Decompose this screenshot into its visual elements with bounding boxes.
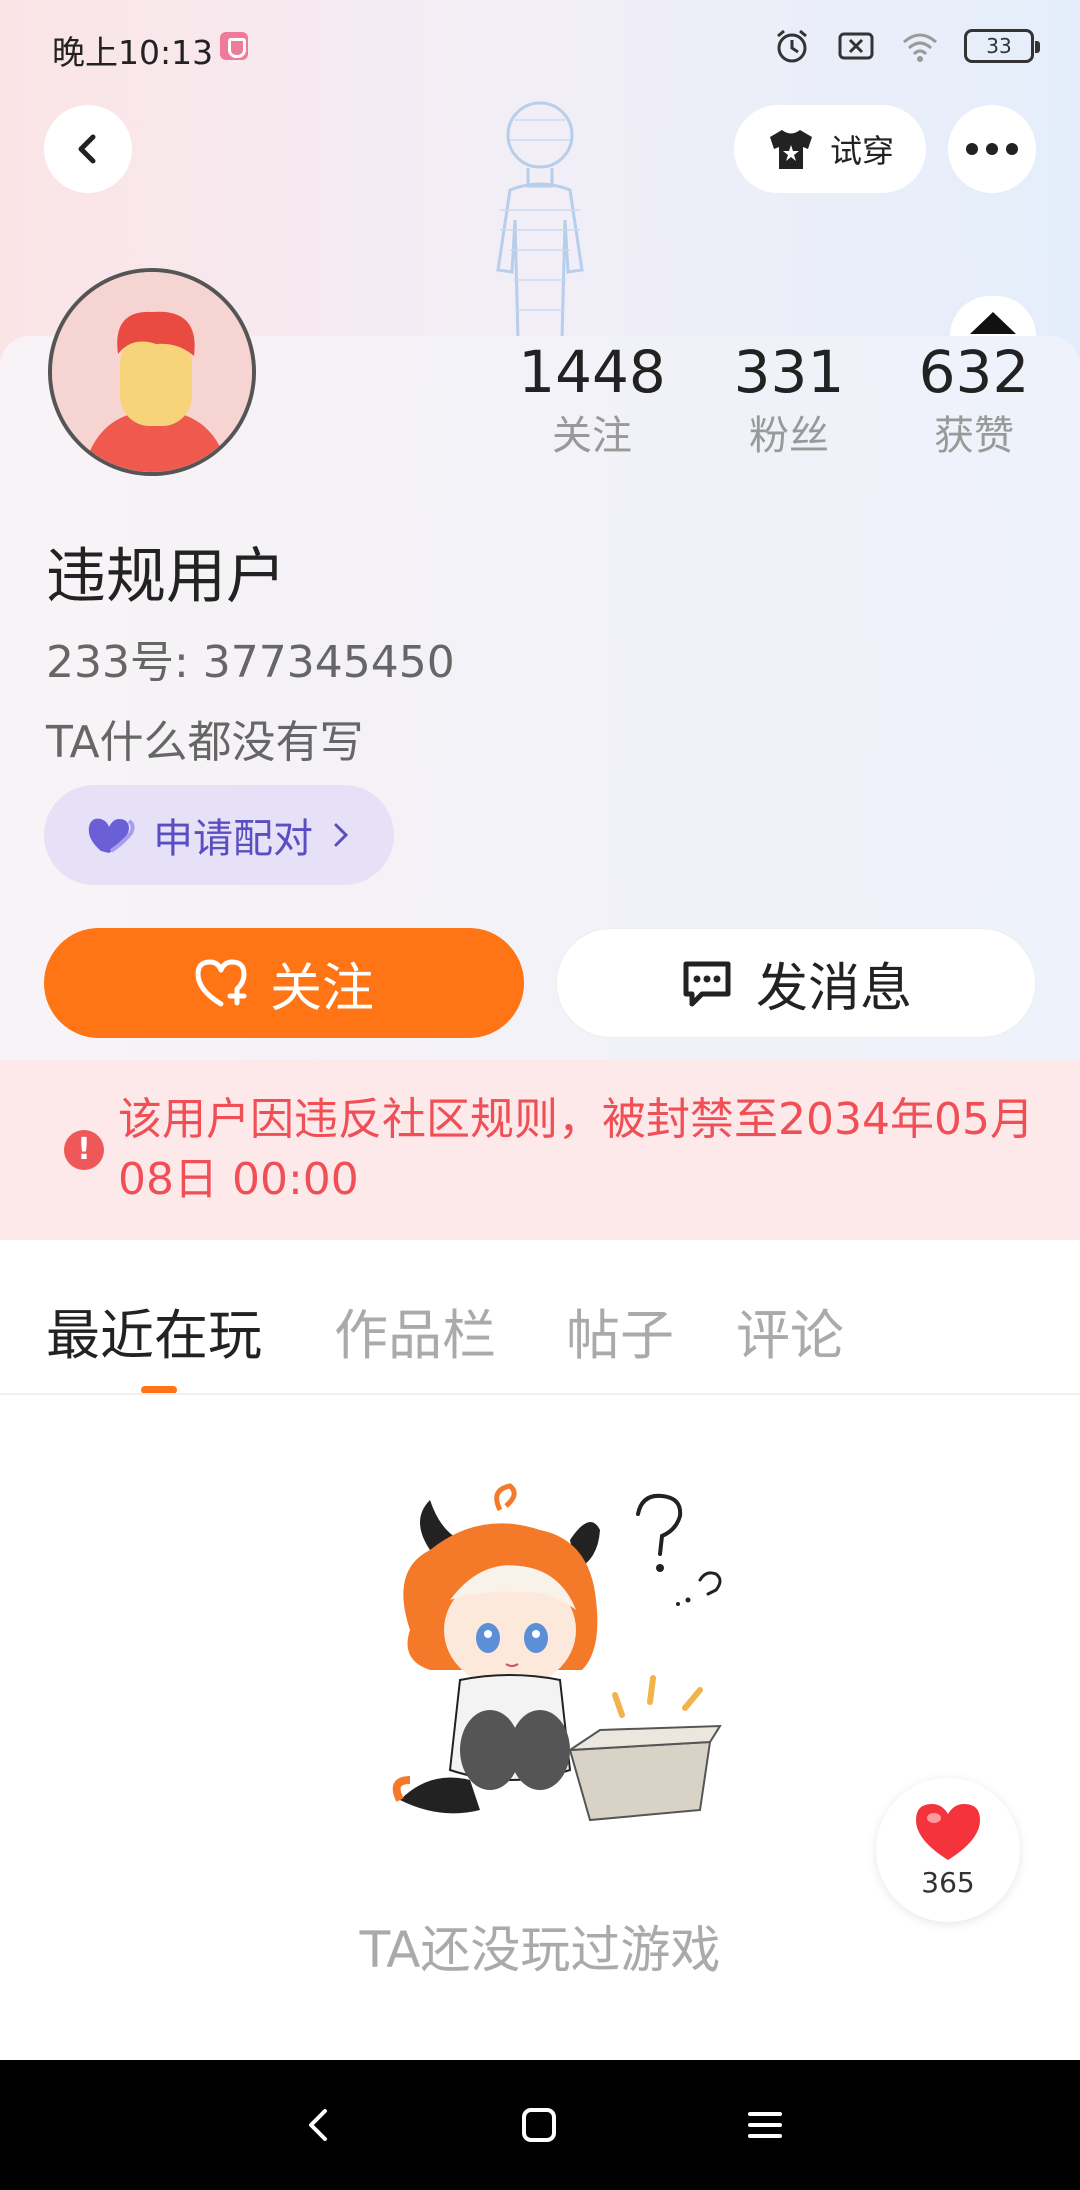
alarm-icon	[777, 29, 807, 63]
nav-home-icon	[522, 2108, 556, 2142]
heart-plus-icon	[195, 959, 247, 1007]
avatar[interactable]	[48, 268, 256, 476]
user-id: 233号: 377345450	[46, 637, 455, 688]
empty-state-text: TA还没玩过游戏	[359, 1921, 721, 1979]
follow-label: 关注	[269, 958, 374, 1019]
message-label: 发消息	[755, 958, 912, 1019]
more-button[interactable]	[948, 105, 1036, 193]
stat-fans-value: 331	[733, 338, 845, 406]
nav-home-button[interactable]	[494, 2080, 584, 2170]
request-pair-label: 申请配对	[153, 816, 313, 862]
stat-likes-label: 获赞	[934, 413, 1014, 459]
stat-following[interactable]: 1448 关注	[502, 336, 682, 464]
message-button[interactable]: 发消息	[556, 928, 1036, 1038]
nav-back-icon	[309, 2109, 327, 2141]
system-navigation-bar	[0, 2060, 1080, 2190]
status-bar: 晚上10:13 33	[0, 0, 1080, 96]
try-on-label: 试穿	[829, 132, 894, 170]
collapse-arrow-icon	[970, 312, 1016, 334]
floating-like-button[interactable]: 365	[876, 1778, 1020, 1922]
stat-likes-value: 632	[918, 338, 1030, 406]
hearts-icon	[88, 818, 135, 853]
default-avatar-icon	[52, 272, 252, 472]
warning-icon: !	[64, 1130, 104, 1170]
battery-indicator: 33	[964, 29, 1040, 63]
user-bio: TA什么都没有写	[46, 717, 364, 768]
tab-posts[interactable]: 帖子	[566, 1296, 674, 1376]
shirt-icon	[769, 130, 812, 169]
battery-level: 33	[986, 34, 1012, 58]
back-icon	[78, 134, 96, 164]
heart-icon	[916, 1804, 980, 1860]
nav-menu-icon	[748, 2112, 782, 2138]
more-icon	[966, 143, 1018, 155]
wifi-icon	[903, 33, 937, 62]
avatar-figure-hologram	[496, 101, 584, 340]
stat-following-value: 1448	[518, 338, 666, 406]
try-on-button[interactable]: 试穿	[734, 105, 926, 193]
nav-back-button[interactable]	[274, 2080, 364, 2170]
chevron-right-icon	[334, 823, 349, 847]
stat-following-label: 关注	[552, 413, 632, 459]
nav-menu-button[interactable]	[720, 2080, 810, 2170]
status-icons: 33	[772, 26, 1040, 66]
sim-blocked-icon	[838, 32, 874, 60]
tab-recent-played[interactable]: 最近在玩	[46, 1296, 262, 1376]
stat-likes[interactable]: 632 获赞	[884, 336, 1064, 464]
tab-comments[interactable]: 评论	[736, 1296, 844, 1376]
profile-tabs: 最近在玩 作品栏 帖子 评论	[0, 1296, 1080, 1396]
stat-fans[interactable]: 331 粉丝	[699, 336, 879, 464]
user-name: 违规用户	[46, 542, 286, 612]
collapse-button[interactable]	[950, 296, 1036, 336]
request-pair-button[interactable]: 申请配对	[44, 785, 394, 885]
shield-icon	[220, 32, 248, 60]
chat-icon	[683, 961, 731, 1007]
tab-works[interactable]: 作品栏	[334, 1296, 496, 1376]
tab-divider	[0, 1393, 1080, 1395]
ban-notice-text: 该用户因违反社区规则，被封禁至2034年05月08日 00:00	[118, 1094, 1034, 1205]
like-count: 365	[921, 1866, 975, 1899]
back-button[interactable]	[44, 105, 132, 193]
status-time: 晚上10:13	[52, 33, 214, 72]
follow-button[interactable]: 关注	[44, 928, 524, 1038]
empty-state-illustration	[392, 1483, 722, 1822]
stat-fans-label: 粉丝	[749, 413, 829, 459]
